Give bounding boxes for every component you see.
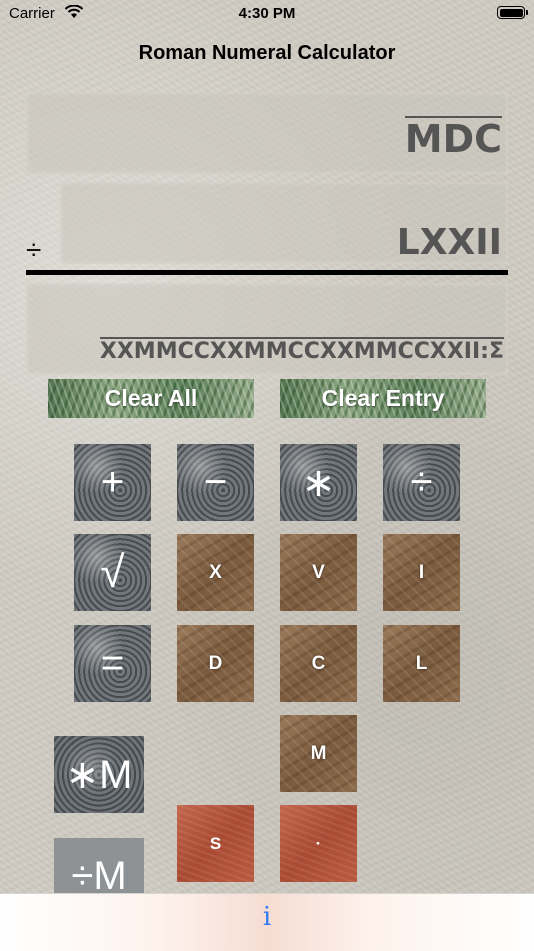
numeral-x-button[interactable]: X [177, 534, 254, 611]
dot-button[interactable]: · [280, 805, 357, 882]
battery-icon [497, 6, 528, 19]
result-value: XXMMCCXXMMCCXXMMCCXXII:Σ [99, 337, 504, 364]
equals-button[interactable]: = [74, 625, 151, 702]
tab-bar: i [0, 893, 534, 951]
numeral-l-button[interactable]: L [383, 625, 460, 702]
clear-entry-button[interactable]: Clear Entry [280, 379, 486, 418]
entry-display: LXXII [60, 182, 508, 264]
page-title: Roman Numeral Calculator [138, 42, 396, 64]
result-display: XXMMCCXXMMCCXXMMCCXXII:Σ [26, 283, 508, 375]
accumulator-display: MDC [26, 92, 508, 174]
plus-button[interactable]: + [74, 444, 151, 521]
divide-button[interactable]: ÷ [383, 444, 460, 521]
numeral-i-button[interactable]: I [383, 534, 460, 611]
minus-button[interactable]: − [177, 444, 254, 521]
memory-multiply-button[interactable]: ∗M [54, 736, 144, 813]
multiply-button[interactable]: ∗ [280, 444, 357, 521]
numeral-v-button[interactable]: V [280, 534, 357, 611]
clear-all-button[interactable]: Clear All [48, 379, 254, 418]
numeral-m-button[interactable]: M [280, 715, 357, 792]
accumulator-value: MDC [404, 116, 502, 161]
info-icon[interactable]: i [255, 902, 279, 932]
sqrt-button[interactable]: √ [74, 534, 151, 611]
entry-value: LXXII [396, 222, 502, 263]
divider [26, 270, 508, 275]
numeral-c-button[interactable]: C [280, 625, 357, 702]
s-button[interactable]: S [177, 805, 254, 882]
status-bar: Carrier 4:30 PM [0, 0, 534, 28]
numeral-d-button[interactable]: D [177, 625, 254, 702]
clock: 4:30 PM [238, 5, 296, 22]
operator-indicator: ÷ [26, 234, 42, 265]
